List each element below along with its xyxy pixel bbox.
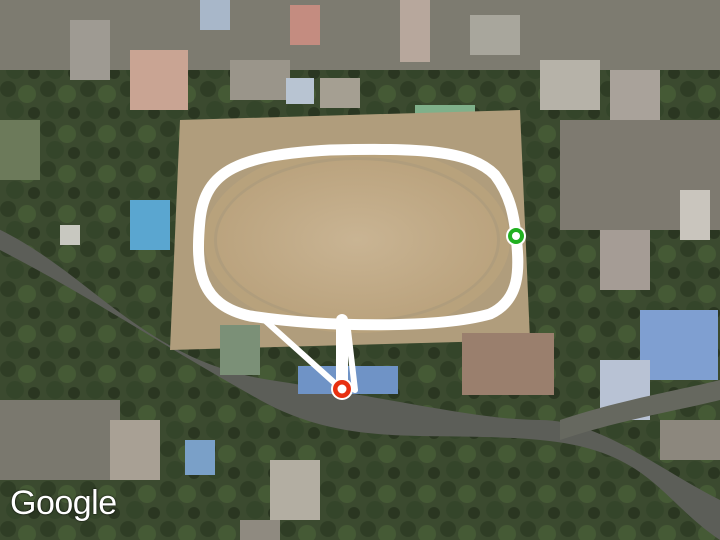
small-court — [220, 325, 260, 375]
end-marker-icon[interactable] — [331, 378, 353, 400]
map-view[interactable]: Google — [0, 0, 720, 540]
google-logo: Google — [10, 484, 117, 522]
sports-field — [217, 160, 497, 320]
start-marker-icon[interactable] — [506, 226, 526, 246]
covered-court — [462, 333, 554, 395]
satellite-imagery — [0, 0, 720, 540]
